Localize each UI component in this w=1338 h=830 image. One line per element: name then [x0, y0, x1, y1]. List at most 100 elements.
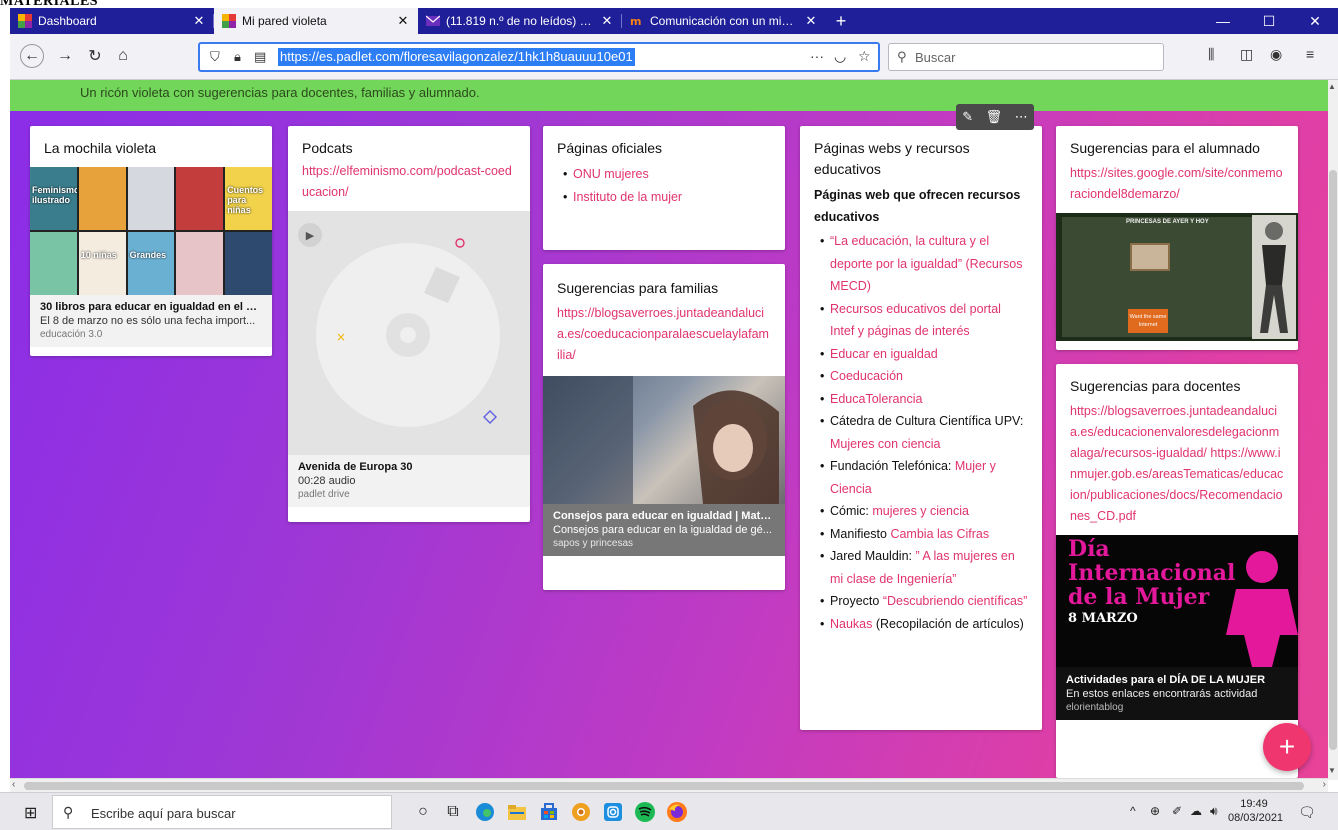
post-la-mochila-violeta[interactable]: La mochila violeta Feminismo ilustrado Cu…: [30, 126, 272, 356]
post-link-preview[interactable]: Consejos para educar en igualdad | Mater…: [543, 504, 785, 556]
firefox-icon[interactable]: [664, 799, 690, 825]
more-actions-icon[interactable]: ···: [810, 48, 824, 64]
list-item[interactable]: Coeducación: [818, 365, 1028, 388]
search-box[interactable]: ⚲ Buscar: [888, 43, 1164, 71]
volume-icon[interactable]: 🔊︎: [1210, 804, 1218, 819]
post-link[interactable]: https://sites.google.com/site/conmemorac…: [1056, 163, 1298, 213]
list-item[interactable]: Manifiesto Cambia las Cifras: [818, 523, 1028, 546]
notifications-icon[interactable]: 🗨︎: [1298, 804, 1316, 821]
close-icon[interactable]: ✕: [396, 13, 410, 29]
close-icon[interactable]: ✕: [804, 13, 818, 29]
post-link[interactable]: https://blogsaverroes.juntadeandalucia.e…: [1056, 401, 1298, 535]
tab-mail[interactable]: (11.819 n.º de no leídos) - flore ✕: [418, 8, 622, 34]
list-item[interactable]: Cátedra de Cultura Científica UPV: Mujer…: [818, 410, 1028, 455]
list-item-link[interactable]: “La educación, la cultura y el deporte p…: [830, 234, 1022, 293]
play-icon[interactable]: ▶: [298, 223, 322, 247]
store-icon[interactable]: [536, 799, 562, 825]
post-link-preview[interactable]: 30 libros para educar en igualdad en el …: [30, 295, 272, 347]
list-item[interactable]: Proyecto “Descubriendo científicas”: [818, 590, 1028, 613]
scroll-up-icon[interactable]: ▲: [1328, 82, 1336, 91]
edge-icon[interactable]: [472, 799, 498, 825]
network-icon[interactable]: ⊕: [1150, 804, 1160, 818]
tab-comunicacion[interactable]: m Comunicación con un miemb ✕: [622, 8, 826, 34]
trash-icon[interactable]: 🗑︎: [986, 109, 1003, 125]
post-paginas-oficiales[interactable]: Páginas oficiales ONU mujeres Instituto …: [543, 126, 785, 250]
scroll-left-icon[interactable]: ‹: [12, 779, 15, 790]
post-image-website[interactable]: PRINCESAS DE AYER Y HOY Want the same In…: [1056, 213, 1298, 341]
chrome-icon[interactable]: [568, 799, 594, 825]
pocket-icon[interactable]: ◡: [834, 48, 846, 65]
post-link-preview[interactable]: Actividades para el DÍA DE LA MUJER En e…: [1056, 667, 1298, 720]
list-item[interactable]: ONU mujeres: [561, 163, 771, 186]
list-item[interactable]: Fundación Telefónica: Mujer y Ciencia: [818, 455, 1028, 500]
list-item-link[interactable]: EducaTolerancia: [830, 392, 922, 406]
scroll-thumb[interactable]: [24, 782, 1304, 790]
library-icon[interactable]: ⫼: [1208, 46, 1214, 63]
list-item-link[interactable]: Coeducación: [830, 369, 903, 383]
cloud-icon[interactable]: ☁: [1190, 804, 1202, 818]
list-item[interactable]: Educar en igualdad: [818, 343, 1028, 366]
list-item[interactable]: EducaTolerancia: [818, 388, 1028, 411]
home-button[interactable]: ⌂: [110, 43, 136, 69]
list-item-link[interactable]: mujeres y ciencia: [872, 504, 969, 518]
list-item[interactable]: Cómic: mujeres y ciencia: [818, 500, 1028, 523]
spotify-icon[interactable]: [632, 799, 658, 825]
maximize-icon[interactable]: ☐: [1246, 8, 1292, 34]
new-tab-button[interactable]: +: [826, 8, 856, 34]
close-window-icon[interactable]: ✕: [1292, 8, 1338, 34]
vertical-scrollbar[interactable]: ▲ ▼: [1328, 80, 1338, 780]
list-item-link[interactable]: Educar en igualdad: [830, 347, 938, 361]
post-paginas-webs[interactable]: Páginas webs y recursos educativos Págin…: [800, 126, 1042, 730]
list-item-link[interactable]: Recursos educativos del portal Intef y p…: [830, 302, 1001, 339]
list-item-link[interactable]: Mujeres con ciencia: [830, 437, 940, 451]
post-link[interactable]: https://elfeminismo.com/podcast-coeducac…: [288, 161, 530, 211]
list-item[interactable]: Jared Mauldin: ” A las mujeres en mi cla…: [818, 545, 1028, 590]
windows-start-icon[interactable]: ⊞: [24, 803, 37, 823]
list-item[interactable]: Recursos educativos del portal Intef y p…: [818, 298, 1028, 343]
minimize-icon[interactable]: —: [1200, 8, 1246, 34]
tab-mi-pared-violeta[interactable]: Mi pared violeta ✕: [214, 8, 418, 34]
close-icon[interactable]: ✕: [600, 13, 614, 29]
close-icon[interactable]: ✕: [192, 13, 206, 29]
scroll-right-icon[interactable]: ›: [1323, 779, 1326, 790]
list-item[interactable]: Instituto de la mujer: [561, 186, 771, 209]
post-link[interactable]: https://blogsaverroes.juntadeandalucia.e…: [543, 303, 785, 376]
list-item[interactable]: “La educación, la cultura y el deporte p…: [818, 230, 1028, 298]
sidebar-icon[interactable]: ◫: [1240, 46, 1253, 63]
post-sugerencias-familias[interactable]: Sugerencias para familias https://blogsa…: [543, 264, 785, 590]
list-item-link[interactable]: “Descubriendo científicas”: [883, 594, 1028, 608]
url-text[interactable]: https://es.padlet.com/floresavilagonzale…: [278, 48, 635, 66]
post-image-poster[interactable]: Día Internacional de la Mujer 8 MARZO: [1056, 535, 1298, 667]
taskbar-clock[interactable]: 19:49 08/03/2021: [1228, 797, 1283, 825]
pen-icon[interactable]: ✐: [1172, 804, 1182, 818]
forward-button[interactable]: →: [52, 43, 78, 69]
scroll-thumb[interactable]: [1329, 170, 1337, 750]
star-icon[interactable]: ☆: [858, 48, 871, 65]
list-item-link[interactable]: Cambia las Cifras: [890, 527, 989, 541]
tray-chevron-icon[interactable]: ^: [1130, 804, 1136, 818]
task-view-icon[interactable]: ⧉: [440, 799, 466, 825]
post-image-girl[interactable]: [543, 376, 785, 504]
audio-player[interactable]: × ▶: [288, 211, 530, 455]
reload-button[interactable]: ↻: [82, 43, 108, 69]
taskbar-search[interactable]: ⚲ Escribe aquí para buscar: [52, 795, 392, 829]
account-icon[interactable]: ◉: [1270, 46, 1282, 63]
add-post-button[interactable]: +: [1263, 723, 1311, 771]
more-icon[interactable]: ⋯: [1015, 109, 1028, 125]
menu-icon[interactable]: ≡: [1306, 46, 1314, 62]
url-bar[interactable]: ⛉ 🔒︎ ▤ https://es.padlet.com/floresavila…: [198, 42, 880, 72]
post-podcats[interactable]: Podcats https://elfeminismo.com/podcast-…: [288, 126, 530, 522]
post-image-books[interactable]: Feminismo ilustrado Cuentos para niñas 10 …: [30, 167, 272, 295]
list-item[interactable]: Naukas (Recopilación de artículos): [818, 613, 1028, 636]
post-sugerencias-alumnado[interactable]: Sugerencias para el alumnado https://sit…: [1056, 126, 1298, 350]
file-explorer-icon[interactable]: [504, 799, 530, 825]
pencil-icon[interactable]: ✎: [962, 109, 973, 125]
scroll-down-icon[interactable]: ▼: [1328, 766, 1336, 775]
instagram-icon[interactable]: [600, 799, 626, 825]
cortana-icon[interactable]: ○: [410, 799, 436, 825]
post-sugerencias-docentes[interactable]: Sugerencias para docentes https://blogsa…: [1056, 364, 1298, 778]
tab-dashboard[interactable]: Dashboard ✕: [10, 8, 214, 34]
back-button[interactable]: ←: [20, 44, 44, 68]
horizontal-scrollbar[interactable]: ‹ ›: [10, 778, 1328, 792]
list-item-link[interactable]: Naukas: [830, 617, 872, 631]
